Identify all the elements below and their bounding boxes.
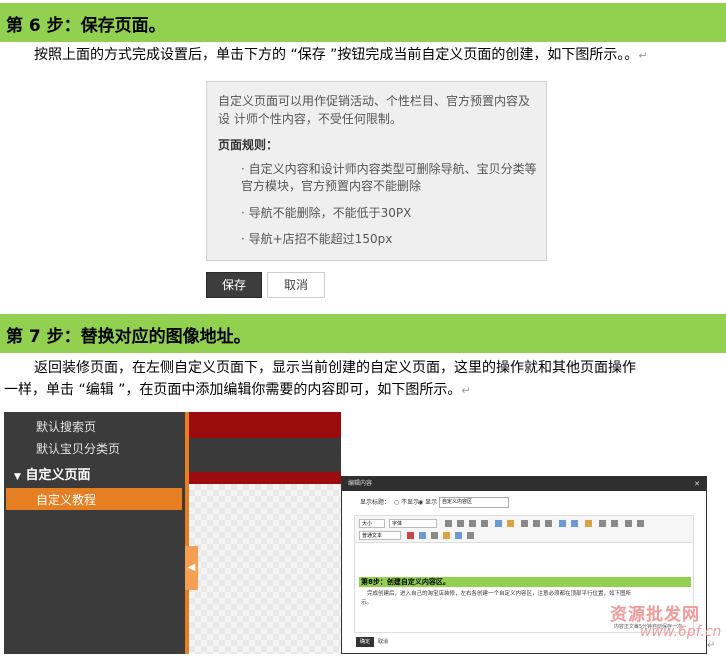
align-right-icon[interactable] — [545, 520, 552, 527]
step6-title: 第 6 步：保存页面。 — [6, 16, 166, 36]
preview-banner-block — [189, 472, 341, 484]
save-button[interactable]: 保存 — [206, 272, 262, 298]
italic-icon[interactable] — [457, 520, 464, 527]
sidebar-group-custom-pages[interactable]: ▼ 自定义页面 — [14, 464, 90, 483]
undo-icon[interactable] — [625, 520, 632, 527]
step7-title: 第 7 步：替换对应的图像地址。 — [6, 327, 251, 347]
cancel-button[interactable]: 取消 — [267, 272, 325, 298]
source-icon[interactable] — [467, 532, 474, 539]
underline-icon[interactable] — [469, 520, 476, 527]
rules-heading: 页面规则： — [218, 138, 279, 152]
editor-toolbar: 大小 字体 普通文本 — [354, 515, 694, 543]
preview-header-block — [189, 412, 341, 438]
sidebar-item-category-page[interactable]: 默认宝贝分类页 — [36, 440, 120, 457]
paragraph-mark: ↵ — [707, 640, 716, 651]
dialog-ok-button[interactable]: 确定 — [356, 637, 374, 647]
paragraph-select[interactable]: 普通文本 — [359, 531, 401, 540]
caret-down-icon: ▼ — [14, 472, 21, 482]
editor-body-line1: 完成创建后，进入自己的淘宝店装修，左右各创建一个自定义内容区，注意必须都在顶部平… — [367, 591, 632, 597]
editor-green-heading: 第8步：创建自定义内容区。 — [359, 577, 691, 587]
map-icon[interactable] — [455, 532, 462, 539]
editor-body-line2: 示。 — [361, 600, 373, 606]
rule-1-line1: · 自定义内容和设计师内容类型可删除导航、宝贝分类等 — [241, 162, 537, 176]
step6-text: 按照上面的方式完成设置后，单击下方的 “保存 ”按钮完成当前自定义页面的创建，如… — [34, 47, 625, 63]
align-left-icon[interactable] — [521, 520, 528, 527]
rule-2: · 导航不能删除，不能低于30PX — [241, 206, 412, 220]
indent-icon[interactable] — [611, 520, 618, 527]
sidebar-item-custom-tutorial[interactable]: 自定义教程 — [36, 491, 96, 508]
page-sidebar: 默认搜索页 默认宝贝分类页 ▼ 自定义页面 自定义教程 — [4, 412, 185, 654]
image-icon[interactable] — [559, 520, 566, 527]
video-icon[interactable] — [419, 532, 426, 539]
font-family-select[interactable]: 字体 — [389, 519, 437, 528]
preview-nav-block — [189, 438, 341, 472]
sidebar-group-label: 自定义页面 — [25, 468, 91, 483]
step7-heading-bar: 第 7 步：替换对应的图像地址。 — [0, 314, 726, 353]
link-icon[interactable] — [571, 520, 578, 527]
close-icon[interactable]: ✕ — [694, 477, 700, 491]
show-title-label: 显示标题： — [360, 499, 391, 506]
radio-hide[interactable]: ○ 不显示 — [394, 499, 419, 507]
watermark-url: www.6pf.cn — [640, 624, 722, 640]
dialog-cancel-button[interactable]: 取消 — [378, 637, 388, 647]
step6-paragraph: 按照上面的方式完成设置后，单击下方的 “保存 ”按钮完成当前自定义页面的创建，如… — [34, 43, 648, 68]
bold-icon[interactable] — [445, 520, 452, 527]
radio-show-label: 显示 — [425, 499, 438, 506]
step6-text-end: 。 — [624, 47, 639, 63]
editor-heading-text: 第8步：创建自定义内容区。 — [361, 578, 450, 586]
dialog-titlebar: 编辑内容 ✕ — [342, 477, 706, 491]
rules-intro-line2: 设 计师个性内容，不受任何限制。 — [218, 112, 402, 126]
flash-icon[interactable] — [407, 532, 414, 539]
radio-show[interactable]: ◉ 显示 — [418, 499, 437, 507]
collapse-arrow-icon[interactable]: ◀ — [185, 546, 198, 590]
title-input[interactable]: 自定义内容区 — [439, 497, 509, 508]
align-center-icon[interactable] — [533, 520, 540, 527]
step7-line2-wrap: 一样，单击 “编辑 ”，在页面中添加编辑你需要的内容即可，如下图所示。↵ — [4, 378, 471, 403]
highlight-icon[interactable] — [507, 520, 514, 527]
paragraph-mark: ↵ — [461, 384, 471, 397]
table-icon[interactable] — [585, 520, 592, 527]
rules-intro-line1: 自定义页面可以用作促销活动、个性栏目、官方预置内容及 — [218, 94, 531, 108]
canvas-preview — [189, 412, 341, 654]
step7-line2: 一样，单击 “编辑 ”，在页面中添加编辑你需要的内容即可，如下图所示。 — [4, 382, 462, 398]
strike-icon[interactable] — [481, 520, 488, 527]
text-color-icon[interactable] — [495, 520, 502, 527]
page-rules-box: 自定义页面可以用作促销活动、个性栏目、官方预置内容及 设 计师个性内容，不受任何… — [206, 81, 547, 261]
editor-screenshot: 默认搜索页 默认宝贝分类页 ▼ 自定义页面 自定义教程 ◀ 编辑内容 ✕ 显示标… — [4, 412, 708, 654]
rule-1-line2: 官方模块，官方预置内容不能删除 — [241, 179, 422, 193]
watermark-name: 资源批发网 — [610, 605, 700, 625]
font-size-select[interactable]: 大小 — [359, 519, 385, 528]
dialog-title: 编辑内容 — [348, 480, 373, 487]
list-icon[interactable] — [599, 520, 606, 527]
step6-heading-bar: 第 6 步：保存页面。 — [0, 3, 726, 42]
paragraph-mark: ↵ — [638, 49, 648, 62]
rule-3: · 导航+店招不能超过150px — [241, 232, 393, 246]
step7-line1: 返回装修页面，在左侧自定义页面下，显示当前创建的自定义页面，这里的操作就和其他页… — [34, 360, 636, 376]
radio-hide-label: 不显示 — [401, 499, 420, 506]
sidebar-item-search-page[interactable]: 默认搜索页 — [36, 418, 96, 435]
code-icon[interactable] — [431, 532, 438, 539]
redo-icon[interactable] — [637, 520, 644, 527]
emoji-icon[interactable] — [443, 532, 450, 539]
